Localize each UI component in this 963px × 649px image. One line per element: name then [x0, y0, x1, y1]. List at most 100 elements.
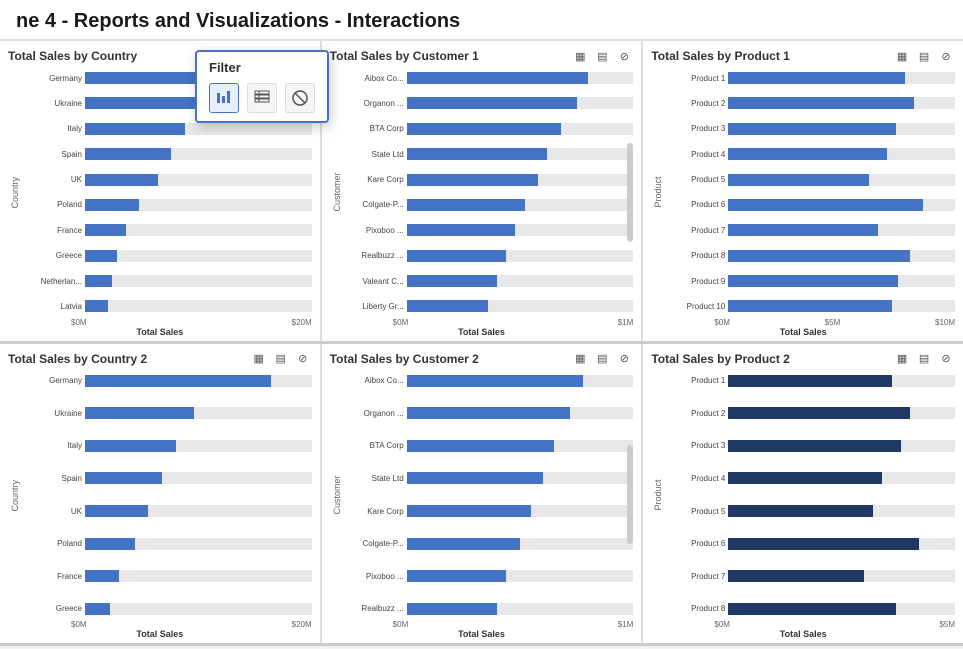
bar-container[interactable] [728, 472, 955, 484]
bar-container[interactable] [728, 375, 955, 387]
bar-container[interactable] [728, 148, 955, 160]
bar-container[interactable] [407, 505, 634, 517]
scrollbar-customer-2[interactable] [627, 445, 633, 544]
bar-container[interactable] [85, 199, 312, 211]
bar-label: Germany [22, 376, 82, 385]
bar-label: Product 5 [665, 175, 725, 184]
bar-container[interactable] [85, 300, 312, 312]
scrollbar-customer-1[interactable] [627, 143, 633, 242]
row-1: Total Sales by Country ▦ ▤ ⊘ Country Ger… [0, 41, 963, 344]
bar-container[interactable] [728, 570, 955, 582]
bar-container[interactable] [728, 505, 955, 517]
bar-container[interactable] [728, 603, 955, 615]
bar-row: Organon ... [344, 404, 634, 422]
filter-btn-clear[interactable] [285, 83, 315, 113]
bar-container[interactable] [407, 224, 634, 236]
bar-label: Kare Corp [344, 507, 404, 516]
bar-row: UK [22, 171, 312, 189]
table-icon-6[interactable]: ▤ [915, 350, 933, 368]
filter-icon-4[interactable]: ⊘ [294, 350, 312, 368]
bar-container[interactable] [407, 97, 634, 109]
bar-container[interactable] [728, 199, 955, 211]
bar-icon-6[interactable]: ▦ [893, 350, 911, 368]
filter-icon-3[interactable]: ⊘ [937, 47, 955, 65]
bar-container[interactable] [407, 275, 634, 287]
filter-icon-2[interactable]: ⊘ [615, 47, 633, 65]
bar-container[interactable] [728, 97, 955, 109]
bar-row: Product 3 [665, 437, 955, 455]
bar-container[interactable] [85, 440, 312, 452]
bar-container[interactable] [85, 407, 312, 419]
bar-container[interactable] [728, 174, 955, 186]
bar-container[interactable] [85, 505, 312, 517]
bar-container[interactable] [728, 123, 955, 135]
bar-fill [728, 300, 891, 312]
x-title-country-2: Total Sales [136, 629, 183, 639]
bar-fill [407, 472, 543, 484]
bar-fill [728, 505, 873, 517]
bar-container[interactable] [407, 250, 634, 262]
bar-container[interactable] [407, 407, 634, 419]
bar-container[interactable] [407, 603, 634, 615]
bar-container[interactable] [407, 148, 634, 160]
bar-container[interactable] [85, 472, 312, 484]
bar-container[interactable] [85, 250, 312, 262]
bar-label: Product 8 [665, 251, 725, 260]
bar-label: Product 8 [665, 604, 725, 613]
table-icon-5[interactable]: ▤ [593, 350, 611, 368]
bar-container[interactable] [85, 570, 312, 582]
bar-label: State Ltd [344, 150, 404, 159]
bar-container[interactable] [407, 300, 634, 312]
table-icon-4[interactable]: ▤ [272, 350, 290, 368]
table-icon-2[interactable]: ▤ [593, 47, 611, 65]
bar-container[interactable] [407, 174, 634, 186]
bar-container[interactable] [728, 300, 955, 312]
bar-container[interactable] [85, 174, 312, 186]
bars-customer-1: Aibox Co...Organon ...BTA CorpState LtdK… [344, 69, 634, 316]
bar-container[interactable] [728, 538, 955, 550]
bar-label: Product 9 [665, 277, 725, 286]
chart-title-country-1: Total Sales by Country [8, 49, 137, 63]
page-title: ne 4 - Reports and Visualizations - Inte… [0, 0, 963, 41]
bar-fill [407, 275, 498, 287]
bar-container[interactable] [407, 538, 634, 550]
bar-container[interactable] [85, 603, 312, 615]
bar-container[interactable] [85, 538, 312, 550]
bar-container[interactable] [85, 375, 312, 387]
bar-container[interactable] [85, 148, 312, 160]
bar-container[interactable] [407, 199, 634, 211]
bar-row: Greece [22, 600, 312, 618]
table-icon-3[interactable]: ▤ [915, 47, 933, 65]
bar-icon-3[interactable]: ▦ [893, 47, 911, 65]
bar-container[interactable] [407, 72, 634, 84]
bar-icon-2[interactable]: ▦ [571, 47, 589, 65]
x-title-product-2: Total Sales [780, 629, 827, 639]
bar-container[interactable] [728, 275, 955, 287]
filter-btn-bar[interactable] [209, 83, 239, 113]
filter-btn-table[interactable] [247, 83, 277, 113]
bar-container[interactable] [728, 407, 955, 419]
bar-container[interactable] [728, 224, 955, 236]
bar-fill [407, 505, 532, 517]
dashboard: Total Sales by Country ▦ ▤ ⊘ Country Ger… [0, 41, 963, 646]
bar-label: Kare Corp [344, 175, 404, 184]
filter-icon-5[interactable]: ⊘ [615, 350, 633, 368]
x-ticks-product-1: $0M $5M $10M [651, 318, 955, 327]
bar-container[interactable] [85, 123, 312, 135]
bar-container[interactable] [407, 375, 634, 387]
bar-icon-5[interactable]: ▦ [571, 350, 589, 368]
bar-container[interactable] [728, 250, 955, 262]
bar-container[interactable] [407, 570, 634, 582]
bar-container[interactable] [407, 440, 634, 452]
bars-country-2: GermanyUkraineItalySpainUKPolandFranceGr… [22, 372, 312, 619]
bar-container[interactable] [407, 472, 634, 484]
bar-container[interactable] [85, 275, 312, 287]
bar-container[interactable] [728, 72, 955, 84]
bar-row: Product 8 [665, 247, 955, 265]
bar-container[interactable] [407, 123, 634, 135]
bar-container[interactable] [728, 440, 955, 452]
y-label-product-2: Product [651, 372, 665, 619]
bar-icon-4[interactable]: ▦ [250, 350, 268, 368]
filter-icon-6[interactable]: ⊘ [937, 350, 955, 368]
bar-container[interactable] [85, 224, 312, 236]
